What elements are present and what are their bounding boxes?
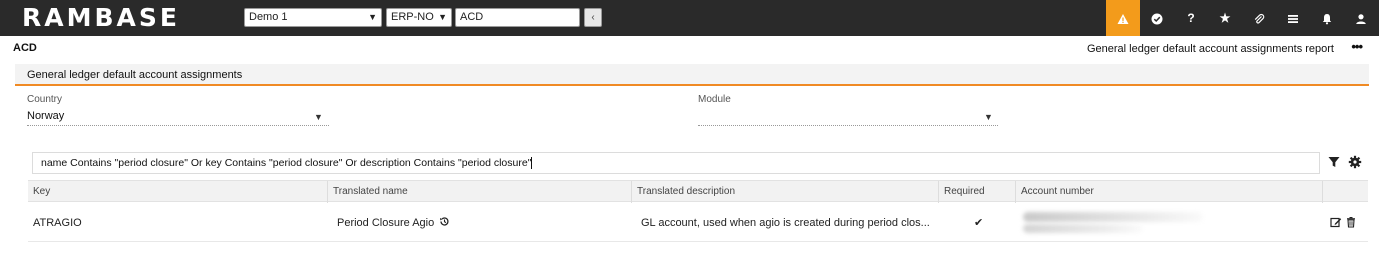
rambase-logo[interactable]: RAMBASE [22, 5, 180, 31]
back-button[interactable]: ‹ [584, 8, 602, 27]
filter-query-text: name Contains "period closure" Or key Co… [41, 157, 532, 169]
help-button[interactable]: ? [1174, 0, 1208, 36]
column-header-key[interactable]: Key [28, 181, 328, 203]
trash-icon[interactable] [1345, 216, 1357, 228]
warning-button[interactable] [1106, 0, 1140, 36]
country-value: Norway [27, 110, 65, 122]
redacted-account-line [1023, 212, 1203, 222]
table-header: Key Translated name Translated descripti… [28, 180, 1368, 203]
module-label: Module [698, 94, 731, 105]
text-cursor [531, 157, 533, 170]
cell-key: ATRAGIO [33, 217, 82, 229]
redacted-account-line [1023, 224, 1143, 233]
country-select[interactable]: ERP-NO ▼ [386, 8, 452, 27]
chevron-down-icon: ▼ [314, 112, 323, 122]
cell-translated-description: GL account, used when agio is created du… [641, 217, 930, 229]
warning-icon [1117, 13, 1129, 24]
chevron-down-icon: ▼ [368, 12, 377, 22]
translated-name-text: Period Closure Agio [337, 217, 435, 229]
page-code: ACD [13, 42, 37, 54]
app-code-input[interactable]: ACD [455, 8, 580, 27]
bell-icon [1322, 13, 1332, 25]
company-select[interactable]: Demo 1 ▼ [244, 8, 382, 27]
chevron-down-icon: ▼ [438, 12, 447, 22]
user-button[interactable] [1344, 0, 1378, 36]
country-underline [27, 125, 329, 126]
report-link[interactable]: General ledger default account assignmen… [1087, 43, 1334, 55]
required-check-icon: ✔ [974, 217, 984, 229]
approval-button[interactable] [1140, 0, 1174, 36]
app-code-value: ACD [460, 11, 484, 23]
country-label: Country [27, 94, 63, 105]
edit-icon[interactable] [1330, 216, 1342, 228]
chevron-down-icon: ▼ [984, 112, 993, 122]
check-badge-icon [1151, 13, 1163, 25]
list-icon [1288, 14, 1298, 23]
user-icon [1356, 14, 1366, 24]
column-header-account-number[interactable]: Account number [1016, 181, 1323, 203]
column-header-translated-name[interactable]: Translated name [328, 181, 632, 203]
favorites-button[interactable]: ★ [1208, 0, 1242, 36]
menu-list-button[interactable] [1276, 0, 1310, 36]
star-icon: ★ [1219, 11, 1231, 25]
column-header-required[interactable]: Required [939, 181, 1016, 203]
table-row[interactable]: ATRAGIO Period Closure Agio GL account, … [28, 204, 1368, 242]
column-header-translated-description[interactable]: Translated description [632, 181, 939, 203]
top-navigation-bar: RAMBASE Demo 1 ▼ ERP-NO ▼ ACD ‹ ? ★ [0, 0, 1379, 36]
cell-translated-name: Period Closure Agio [332, 204, 632, 242]
gear-icon[interactable] [1348, 155, 1362, 169]
history-icon[interactable] [439, 216, 450, 227]
notifications-button[interactable] [1310, 0, 1344, 36]
card-title: General ledger default account assignmen… [15, 64, 1369, 86]
paperclip-icon [1254, 13, 1265, 24]
module-underline [698, 125, 998, 126]
help-icon: ? [1187, 11, 1195, 25]
country-select-value: ERP-NO [391, 11, 434, 23]
more-options-button[interactable]: ••• [1351, 39, 1363, 54]
filter-icon[interactable] [1327, 155, 1341, 169]
filter-query-input[interactable]: name Contains "period closure" Or key Co… [32, 152, 1320, 174]
attachments-button[interactable] [1242, 0, 1276, 36]
company-select-value: Demo 1 [249, 11, 288, 23]
